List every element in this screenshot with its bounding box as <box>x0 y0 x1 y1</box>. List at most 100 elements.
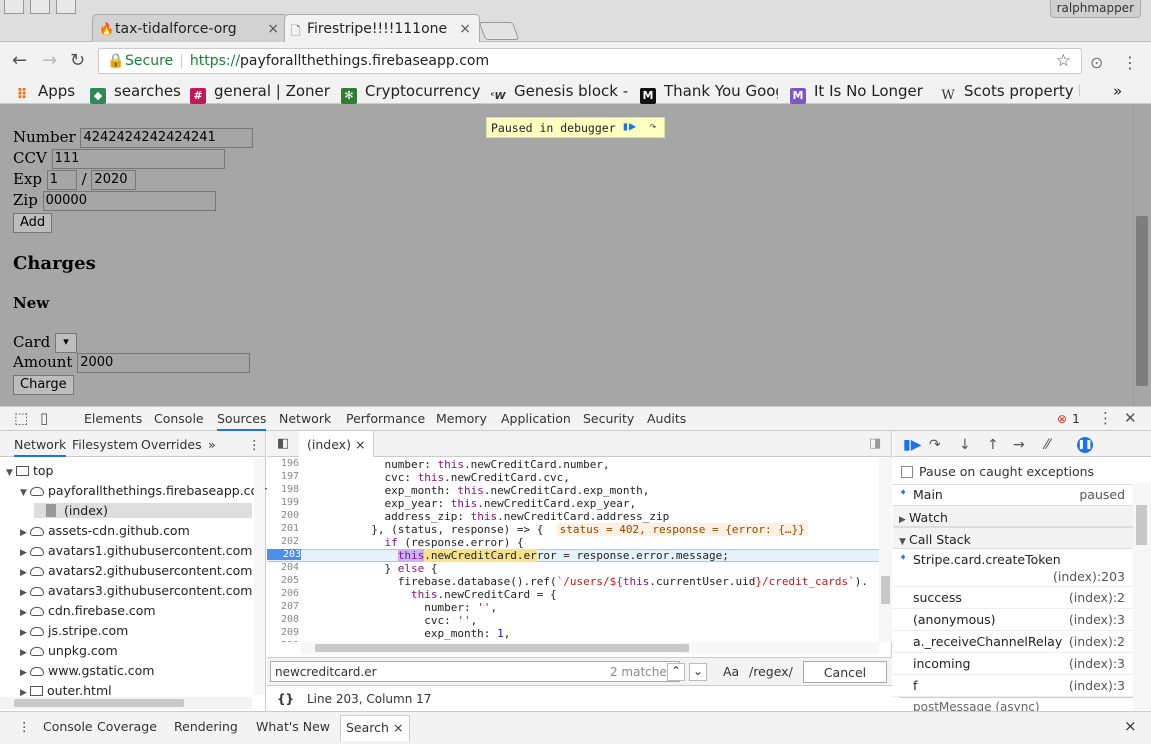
subtab-overrides[interactable]: Overrides <box>141 437 202 452</box>
window-maximize-button[interactable] <box>56 0 76 14</box>
window-close-button[interactable] <box>4 0 24 14</box>
error-icon[interactable]: ⊗ <box>1057 412 1067 426</box>
deactivate-breakpoints-icon[interactable]: ⁄⁄ <box>1045 437 1050 453</box>
tree-item[interactable]: ▶ assets-cdn.github.com <box>20 523 190 538</box>
callstack-frame[interactable]: (anonymous) (index):3 <box>893 609 1133 631</box>
tree-item[interactable]: ▶ avatars2.githubusercontent.com <box>20 563 252 578</box>
editor-vertical-scrollbar[interactable] <box>879 458 892 642</box>
watch-section-header[interactable]: ▶ Watch <box>893 505 1133 527</box>
card-select[interactable]: ▾ <box>54 333 77 353</box>
subtab-filesystem[interactable]: Filesystem <box>72 437 138 452</box>
callstack-frame[interactable]: success (index):2 <box>893 587 1133 609</box>
scrollbar-thumb[interactable] <box>881 576 890 604</box>
page-scrollbar[interactable] <box>1133 104 1151 406</box>
scrollbar-thumb[interactable] <box>1136 216 1148 386</box>
tab-audits[interactable]: Audits <box>647 411 686 426</box>
bookmark-general-zoner[interactable]: # general | Zoner <box>190 82 330 104</box>
editor-horizontal-scrollbar[interactable] <box>301 642 879 654</box>
tab-security[interactable]: Security <box>583 411 634 426</box>
callstack-frame[interactable]: a._receiveChannelRelay (index):2 <box>893 631 1133 653</box>
pause-caught-exceptions-row[interactable]: Pause on caught exceptions <box>901 464 1094 479</box>
tree-item[interactable]: ▼ top <box>6 463 53 478</box>
bookmark-searches[interactable]: ◆ searches <box>90 82 181 104</box>
bookmark-thank-you-goog[interactable]: M Thank You Goog <box>640 82 778 104</box>
bookmark-cryptocurrency[interactable]: ✻ Cryptocurrency <box>341 82 480 104</box>
sidebar-vertical-scrollbar[interactable] <box>1133 483 1151 711</box>
tab-network[interactable]: Network <box>279 411 331 426</box>
tab-performance[interactable]: Performance <box>346 411 425 426</box>
exp-month-input[interactable]: 1 <box>46 170 77 190</box>
navigator-vertical-scrollbar[interactable] <box>254 459 265 695</box>
line-number[interactable]: 200 <box>267 510 299 521</box>
window-minimize-button[interactable] <box>30 0 50 14</box>
line-number[interactable]: 205 <box>267 575 299 586</box>
drawer-tab-whats-new[interactable]: What's New <box>256 719 330 734</box>
match-case-button[interactable]: Aa <box>723 664 739 679</box>
bookmarks-overflow-button[interactable]: » <box>1113 82 1122 100</box>
pause-on-exceptions-icon[interactable]: ❚❚ <box>1077 437 1093 453</box>
bookmark-scots-property[interactable]: W Scots property l <box>940 82 1080 104</box>
line-number[interactable]: 196 <box>267 458 299 469</box>
scrollbar-thumb[interactable] <box>14 699 184 707</box>
navigator-horizontal-scrollbar[interactable] <box>0 697 252 709</box>
line-number[interactable]: 202 <box>267 536 299 547</box>
new-tab-button[interactable] <box>478 22 520 40</box>
breakpoint-line-number[interactable]: 203 <box>267 549 301 560</box>
number-input[interactable]: 4242424242424241 <box>80 128 254 148</box>
callstack-frame-current[interactable]: ➧ Stripe.card.createToken (index):203 <box>893 549 1133 587</box>
callstack-frame[interactable]: f (index):3 <box>893 675 1133 697</box>
exp-year-input[interactable]: 2020 <box>91 170 137 190</box>
address-bar[interactable]: 🔒 Secure | https://payforallthethings.fire… <box>98 48 1082 74</box>
step-over-icon[interactable]: ↷ <box>929 437 941 453</box>
pretty-print-button[interactable]: {} <box>277 692 294 706</box>
add-button[interactable]: Add <box>13 213 53 233</box>
bookmark-star-icon[interactable]: ☆ <box>1056 49 1071 73</box>
forward-arrow-icon[interactable]: → <box>42 50 57 71</box>
line-number[interactable]: 209 <box>267 627 299 638</box>
drawer-tab-search[interactable]: Search × <box>340 715 411 741</box>
step-out-icon[interactable]: ↑ <box>987 437 999 453</box>
line-number[interactable]: 199 <box>267 497 299 508</box>
extension-icon[interactable]: ⊙ <box>1090 53 1103 72</box>
line-number[interactable]: 204 <box>267 562 299 573</box>
callstack-section-header[interactable]: ▼ Call Stack <box>893 527 1133 549</box>
bookmark-apps[interactable]: ⠿ Apps <box>14 82 76 103</box>
line-number[interactable]: 201 <box>267 523 299 534</box>
line-number[interactable]: 207 <box>267 601 299 612</box>
cancel-search-button[interactable]: Cancel <box>803 661 887 683</box>
close-icon[interactable]: × <box>355 437 365 452</box>
device-toolbar-icon[interactable]: ▯ <box>40 409 48 427</box>
charge-button[interactable]: Charge <box>13 375 74 395</box>
tree-item[interactable]: ▶ cdn.firebase.com <box>20 603 156 618</box>
toggle-navigator-icon[interactable]: ◧ <box>277 436 289 451</box>
search-input[interactable]: newcreditcard.er 2 matches <box>270 661 680 682</box>
scrollbar-thumb[interactable] <box>1136 505 1147 545</box>
checkbox[interactable] <box>901 466 913 478</box>
reload-icon[interactable]: ↻ <box>70 50 85 71</box>
close-icon[interactable]: × <box>267 21 279 37</box>
browser-tab-tax[interactable]: 🔥 tax-tidalforce-org × <box>92 14 288 42</box>
devtools-menu-icon[interactable]: ⋮ <box>1098 409 1113 427</box>
navigator-menu-icon[interactable]: ⋮ <box>248 437 261 452</box>
tree-item[interactable]: ▶ avatars3.githubusercontent.com <box>20 583 252 598</box>
tab-console[interactable]: Console <box>154 411 204 426</box>
close-devtools-icon[interactable]: ✕ <box>1124 409 1137 427</box>
ccv-input[interactable]: 111 <box>51 149 225 169</box>
drawer-tab-console[interactable]: Console <box>43 719 93 734</box>
line-number[interactable]: 208 <box>267 614 299 625</box>
error-count[interactable]: 1 <box>1072 411 1080 426</box>
callstack-frame[interactable]: incoming (index):3 <box>893 653 1133 675</box>
zip-input[interactable]: 00000 <box>42 191 216 211</box>
tree-item[interactable]: ▼ payforallthethings.firebaseapp.com <box>20 483 270 498</box>
back-arrow-icon[interactable]: ← <box>12 50 27 71</box>
tree-item[interactable]: ▶ avatars1.githubusercontent.com <box>20 543 252 558</box>
resume-icon[interactable]: ▮▶ <box>619 119 639 137</box>
code-area[interactable]: 196 197 198 199 200 201 202 203 204 205 … <box>267 458 879 642</box>
profile-button[interactable]: ralphmapper <box>1049 0 1141 18</box>
tree-item[interactable]: ▶ www.gstatic.com <box>20 663 154 678</box>
tree-item[interactable]: ▶ unpkg.com <box>20 643 118 658</box>
scrollbar-thumb[interactable] <box>315 644 689 652</box>
step-icon[interactable]: → <box>1013 437 1025 453</box>
tab-memory[interactable]: Memory <box>436 411 487 426</box>
line-number[interactable]: 198 <box>267 484 299 495</box>
